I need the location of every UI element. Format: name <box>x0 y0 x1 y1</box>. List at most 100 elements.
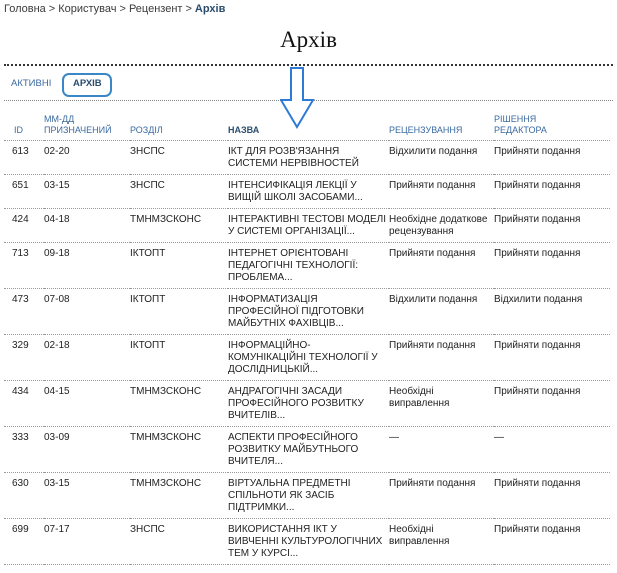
cell-title: Андрагогічні засади професійного розвитк… <box>228 380 389 426</box>
column-header-date-line1: ММ-ДД <box>44 113 75 124</box>
cell-decision: — <box>494 431 504 443</box>
cell-section: ЗНСПС <box>130 179 165 191</box>
cell-review: Необхідні виправлення <box>389 523 450 547</box>
cell-review: Прийняти подання <box>389 247 476 259</box>
cell-section: ТМНМЗСКОНС <box>130 385 202 397</box>
submission-title-link[interactable]: Інтерактивні тестові моделі у системі ор… <box>228 214 386 237</box>
cell-decision: Прийняти подання <box>494 247 581 259</box>
cell-title: Інтенсифікація лекції у вищій школі засо… <box>228 174 389 208</box>
cell-id: 329 <box>12 339 29 351</box>
cell-date: 02-18 <box>44 339 70 351</box>
submission-title-link[interactable]: Аспекти професійного розвитку майбутньог… <box>228 432 358 467</box>
submission-title-link[interactable]: Інтенсифікація лекції у вищій школі засо… <box>228 180 363 203</box>
cell-title: Віртуальна предметні спільноти як засіб … <box>228 472 389 518</box>
table-row: 424 04-18 ТМНМЗСКОНС Інтерактивні тестові м… <box>4 208 610 242</box>
table-header-row: ID ММ-ДД ПРИЗНАЧЕНИЙ РОЗДІЛ НАЗВА РЕЦЕНЗУ… <box>4 108 610 140</box>
cell-date: 03-15 <box>44 477 70 489</box>
cell-decision: Прийняти подання <box>494 213 581 225</box>
cell-decision: Прийняти подання <box>494 477 581 489</box>
cell-decision: Прийняти подання <box>494 385 581 397</box>
cell-section: ІКТОПТ <box>130 339 166 351</box>
cell-id: 699 <box>12 523 29 535</box>
cell-section: ТМНМЗСКОНС <box>130 431 202 443</box>
cell-section: ТМНМЗСКОНС <box>130 477 202 489</box>
cell-decision: Прийняти подання <box>494 339 581 351</box>
table-row: 699 07-17 ЗНСПС Використання ІКТ у вивченні… <box>4 518 610 564</box>
cell-id: 713 <box>12 247 29 259</box>
cell-id: 333 <box>12 431 29 443</box>
cell-section: ІКТОПТ <box>130 247 166 259</box>
cell-section: ТМНМЗСКОНС <box>130 213 202 225</box>
column-header-section[interactable]: РОЗДІЛ <box>130 108 228 140</box>
table-row: 713 09-18 ІКТОПТ Інтернет орієнтовані педаг… <box>4 242 610 288</box>
cell-id: 424 <box>12 213 29 225</box>
cell-decision: Прийняти подання <box>494 523 581 535</box>
breadcrumb-home[interactable]: Головна <box>4 3 46 15</box>
cell-title: ІКТ для розв'язання системи нервівностей <box>228 140 389 174</box>
submission-title-link[interactable]: Інформатизація професійної підготовки ма… <box>228 294 364 329</box>
cell-title: Інтернет орієнтовані педагогічні техноло… <box>228 242 389 288</box>
column-header-decision[interactable]: РІШЕННЯ РЕДАКТОРА <box>494 108 610 140</box>
cell-review: Необхідне додаткове рецензування <box>389 213 488 237</box>
breadcrumb-user[interactable]: Користувач <box>58 3 116 15</box>
cell-title: Аспекти професійного розвитку майбутньог… <box>228 426 389 472</box>
breadcrumb-separator: > <box>185 3 192 15</box>
submission-title-link[interactable]: Андрагогічні засади професійного розвитк… <box>228 386 364 421</box>
table-row: 613 02-20 ЗНСПС ІКТ для розв'язання системи… <box>4 140 610 174</box>
cell-review: Необхідні виправлення <box>389 385 450 409</box>
breadcrumb-current[interactable]: Архів <box>195 3 225 15</box>
cell-date: 03-15 <box>44 179 70 191</box>
cell-date: 09-18 <box>44 247 70 259</box>
cell-date: 07-08 <box>44 293 70 305</box>
cell-title: Інформатизація професійної підготовки ма… <box>228 288 389 334</box>
table-row: 630 03-15 ТМНМЗСКОНС Віртуальна предметні с… <box>4 472 610 518</box>
submission-title-link[interactable]: Віртуальна предметні спільноти як засіб … <box>228 478 351 513</box>
cell-date: 03-09 <box>44 431 70 443</box>
table-row: 329 02-18 ІКТОПТ Інформаційно-комунікаційні… <box>4 334 610 380</box>
breadcrumb-reviewer[interactable]: Рецензент <box>129 3 183 15</box>
cell-review: Прийняти подання <box>389 179 476 191</box>
column-header-date-line2: ПРИЗНАЧЕНИЙ <box>44 124 112 135</box>
cell-date: 04-15 <box>44 385 70 397</box>
cell-section: ЗНСПС <box>130 523 165 535</box>
column-header-date[interactable]: ММ-ДД ПРИЗНАЧЕНИЙ <box>44 108 130 140</box>
submissions-table: ID ММ-ДД ПРИЗНАЧЕНИЙ РОЗДІЛ НАЗВА РЕЦЕНЗУ… <box>4 108 610 565</box>
cell-id: 630 <box>12 477 29 489</box>
cell-id: 434 <box>12 385 29 397</box>
submission-title-link[interactable]: Інформаційно-комунікаційні технології у … <box>228 340 378 375</box>
cell-review: Прийняти подання <box>389 477 476 489</box>
table-row: 333 03-09 ТМНМЗСКОНС Аспекти професійного р… <box>4 426 610 472</box>
cell-review: Відхилити подання <box>389 293 478 305</box>
cell-review: — <box>389 431 399 443</box>
column-header-review[interactable]: РЕЦЕНЗУВАННЯ <box>389 108 494 140</box>
cell-id: 651 <box>12 179 29 191</box>
cell-section: ЗНСПС <box>130 145 165 157</box>
cell-section: ІКТОПТ <box>130 293 166 305</box>
breadcrumb-separator: > <box>48 3 56 15</box>
cell-title: Інформаційно-комунікаційні технології у … <box>228 334 389 380</box>
table-row: 473 07-08 ІКТОПТ Інформатизація професійної… <box>4 288 610 334</box>
cell-title: Інтерактивні тестові моделі у системі ор… <box>228 208 389 242</box>
cell-decision: Прийняти подання <box>494 145 581 157</box>
page-title: Архів <box>280 27 337 52</box>
breadcrumb: Головна > Користувач > Рецензент > Архів <box>4 3 225 15</box>
cell-id: 473 <box>12 293 29 305</box>
tab-archive[interactable]: АРХІВ <box>62 73 112 97</box>
column-header-title[interactable]: НАЗВА <box>228 108 389 140</box>
column-header-id[interactable]: ID <box>4 108 44 140</box>
cell-date: 04-18 <box>44 213 70 225</box>
table-row: 434 04-15 ТМНМЗСКОНС Андрагогічні засади пр… <box>4 380 610 426</box>
table-row: 651 03-15 ЗНСПС Інтенсифікація лекції у вищ… <box>4 174 610 208</box>
cell-decision: Прийняти подання <box>494 179 581 191</box>
column-header-decision-line2: РЕДАКТОРА <box>494 124 547 135</box>
cell-id: 613 <box>12 145 29 157</box>
cell-date: 07-17 <box>44 523 70 535</box>
cell-date: 02-20 <box>44 145 70 157</box>
cell-review: Відхилити подання <box>389 145 478 157</box>
cell-review: Прийняти подання <box>389 339 476 351</box>
submission-title-link[interactable]: Інтернет орієнтовані педагогічні техноло… <box>228 248 358 283</box>
submission-title-link[interactable]: ІКТ для розв'язання системи нервівностей <box>228 146 359 169</box>
submission-title-link[interactable]: Використання ІКТ у вивченні культурологі… <box>228 524 382 559</box>
cell-decision: Відхилити подання <box>494 293 583 305</box>
tab-active-submissions[interactable]: АКТИВНІ <box>11 78 51 89</box>
